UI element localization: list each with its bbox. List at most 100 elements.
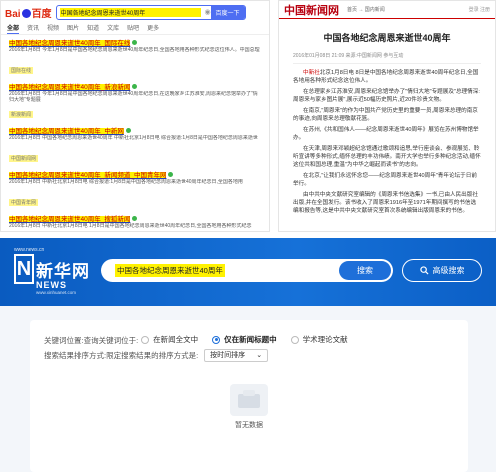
article-paragraph: 在苏州,《共和国伟人——纪念周恩来逝世40周年》展览在苏州博物馆举办。 bbox=[293, 126, 481, 142]
scope-label: 关键词位置:查询关键词位于: bbox=[44, 335, 139, 345]
article-body: 中新社北京1月8日电 8日是中国各地纪念周恩来逝世40周年纪念日,全国各地用各种… bbox=[279, 69, 495, 215]
baidu-search-box[interactable]: 中国各地纪念周恩来逝世40周年 ◉ 百度一下 bbox=[55, 4, 246, 20]
xinhua-header: www.news.cn N 新华网 NEWS www.xinhuanet.com… bbox=[0, 238, 496, 306]
baidu-search-input[interactable]: 中国各地纪念周恩来逝世40周年 bbox=[59, 7, 202, 17]
empty-box-icon bbox=[230, 384, 268, 416]
chinanews-article-window: 中国新闻网 首页 → 国内新闻 登录 注册 中国各地纪念周恩来逝世40周年 20… bbox=[278, 0, 496, 232]
article-title: 中国各地纪念周恩来逝世40周年 bbox=[323, 33, 451, 43]
scope-options: 在新闻全文中 仅在新闻标题中 学术理论文献 bbox=[141, 334, 362, 346]
chinanews-header: 中国新闻网 首页 → 国内新闻 登录 注册 bbox=[279, 1, 495, 19]
baidu-tab[interactable]: 文库 bbox=[107, 23, 119, 34]
search-icon bbox=[419, 266, 429, 275]
verified-icon bbox=[132, 40, 138, 45]
scope-radio-label: 学术理论文献 bbox=[302, 335, 348, 345]
article-meta: 2016年01月08日 21:09 来源:中国新闻网 参与互动 bbox=[293, 52, 481, 64]
result-title-text: 中国各地纪念周恩来逝世40周年_国际在线 bbox=[9, 40, 131, 47]
empty-state: 暂无数据 bbox=[30, 384, 468, 430]
radio-icon bbox=[290, 335, 299, 344]
advanced-search-button[interactable]: 高级搜索 bbox=[402, 259, 482, 282]
baidu-tab[interactable]: 全部 bbox=[7, 23, 20, 34]
xinhua-url-bottom: www.xinhuanet.com bbox=[36, 290, 77, 295]
result-title-text: 中国各地纪念周恩来逝世40周年_中新网 bbox=[9, 128, 124, 135]
scope-row: 关键词位置:查询关键词位于: 在新闻全文中 仅在新闻标题中 学术理论文献 bbox=[44, 333, 454, 347]
search-options-panel: 关键词位置:查询关键词位于: 在新闻全文中 仅在新闻标题中 学术理论文献 搜索结果排… bbox=[30, 320, 468, 472]
baidu-paw-icon bbox=[21, 8, 31, 18]
result-title-link[interactable]: 中国各地纪念周恩来逝世40周年_搜狐新闻 bbox=[9, 213, 261, 223]
baidu-tabs: 全部 资讯 视频 图片 知道 文库 贴吧 更多 bbox=[1, 23, 269, 35]
baidu-tab[interactable]: 资讯 bbox=[27, 23, 39, 34]
scope-radio-label: 仅在新闻标题中 bbox=[224, 335, 277, 345]
baidu-logo-text: Bai bbox=[5, 8, 21, 20]
sort-row: 搜索结果排序方式:限定搜索结果的排序方式是: 按时间排序 ⌄ bbox=[44, 348, 454, 362]
xinhua-search-input[interactable]: 中国各地纪念周恩来逝世40周年 bbox=[115, 264, 225, 277]
result-title-text: 中国各地纪念周恩来逝世40周年_新浪新闻 bbox=[9, 84, 131, 91]
paragraph-text: 北京1月8日电 8日是中国各地纪念周恩来逝世40周年纪念日,全国各地用各种形式纪… bbox=[293, 70, 479, 84]
result-abstract: 2016年1月8日 今年1月8日是中国各地纪念周恩来逝世40周年纪念日,全国各地… bbox=[9, 47, 260, 53]
article-paragraph: 在天津,周恩来邓颖超纪念馆通过歌颂和追思,举行座谈会、参观展览、聆听宣讲等多种形… bbox=[293, 145, 481, 169]
advanced-search-label: 高级搜索 bbox=[432, 266, 465, 275]
baidu-tab[interactable]: 贴吧 bbox=[127, 23, 139, 34]
baidu-result: 中国各地纪念周恩来逝世40周年_搜狐新闻 2016年1月8日 中新社北京1月8日电… bbox=[9, 213, 261, 231]
scope-radio[interactable]: 学术理论文献 bbox=[290, 334, 348, 345]
result-source[interactable]: 新浪新闻 bbox=[9, 111, 34, 118]
breadcrumb[interactable]: 首页 → 国内新闻 bbox=[347, 6, 385, 13]
chinanews-logo[interactable]: 中国新闻网 bbox=[284, 2, 339, 18]
paragraph-text: 由中共中央文献研究室编辑的《周恩来书信选集》一书,已由人民出版社出版,并在全国发… bbox=[293, 192, 478, 214]
xinhua-n-icon: N bbox=[14, 254, 34, 284]
scope-radio[interactable]: 在新闻全文中 bbox=[141, 334, 198, 345]
scope-radio[interactable]: 仅在新闻标题中 bbox=[212, 334, 277, 345]
result-title-link[interactable]: 中国各地纪念周恩来逝世40周年_新闻频道_中国青年网 bbox=[9, 169, 261, 179]
xinhua-logo-cn: 新华网 bbox=[36, 261, 90, 281]
xinhua-logo-sub: NEWS bbox=[36, 280, 67, 290]
result-abstract: 2016年1月8日 中新社北京1月8日电 1月8日是中国各地纪念周恩来逝世40周… bbox=[9, 223, 252, 229]
result-abstract: 2016年1月8日 今年1月8日是中国各地纪念周恩来逝世40周年纪念日,在这晚家… bbox=[9, 91, 258, 103]
baidu-results-window: Bai 百度 中国各地纪念周恩来逝世40周年 ◉ 百度一下 全部 资讯 视频 图片 知道文… bbox=[0, 0, 270, 232]
result-title-link[interactable]: 中国各地纪念周恩来逝世40周年_国际在线 bbox=[9, 37, 261, 47]
article-paragraph: 在南京,"周恩来"的作为中国共产党历史里的重要一员,周恩来总理的南京的事迹,向周… bbox=[293, 107, 481, 123]
xinhua-search-box[interactable]: 中国各地纪念周恩来逝世40周年 搜索 bbox=[101, 259, 393, 282]
baidu-header: Bai 百度 中国各地纪念周恩来逝世40周年 ◉ 百度一下 bbox=[1, 1, 269, 23]
baidu-result: 中国各地纪念周恩来逝世40周年_新闻频道_中国青年网 2016年1月8日 中新社北… bbox=[9, 169, 261, 209]
baidu-search-button[interactable]: 百度一下 bbox=[210, 5, 245, 19]
baidu-logo[interactable]: Bai 百度 bbox=[5, 5, 52, 20]
paragraph-lead[interactable]: 中新社 bbox=[303, 70, 320, 76]
verified-icon bbox=[132, 216, 138, 221]
baidu-tab[interactable]: 图片 bbox=[67, 23, 79, 34]
article-paragraph: 在北京,"让我们永远怀念您——纪念周恩来逝世40周年"青年论坛于日前举行。 bbox=[293, 172, 481, 188]
scope-radio-label: 在新闻全文中 bbox=[153, 335, 199, 345]
paragraph-text: 在南京,"周恩来"的作为中国共产党历史里的重要一员,周恩来总理的南京的事迹,向周… bbox=[293, 108, 478, 122]
sort-select[interactable]: 按时间排序 ⌄ bbox=[204, 348, 269, 362]
camera-icon[interactable]: ◉ bbox=[204, 8, 210, 16]
paragraph-text: 在天津,周恩来邓颖超纪念馆通过歌颂和追思,举行座谈会、参观展览、聆听宣讲等多种形… bbox=[293, 146, 481, 168]
result-abstract: 2016年1月8日 中国各地纪念周恩来逝世40周年 中新社北京1月8日电 综合报… bbox=[9, 135, 258, 141]
result-abstract: 2016年1月8日 中新社北京1月8日电 综合报道:1月8日是中国各地纪念周恩来… bbox=[9, 179, 243, 185]
result-title-link[interactable]: 中国各地纪念周恩来逝世40周年_新浪新闻 bbox=[9, 81, 261, 91]
baidu-tab[interactable]: 更多 bbox=[147, 23, 159, 34]
paragraph-text: 在北京,"让我们永远怀念您——纪念周恩来逝世40周年"青年论坛于日前举行。 bbox=[293, 173, 477, 187]
paragraph-text: 在总理家乡江苏淮安,周恩来纪念馆举办了"情归大地"专题展及"总理情深:周恩来与家… bbox=[293, 89, 480, 103]
xinhua-url-top: www.news.cn bbox=[14, 247, 45, 253]
screenshot-collage: Bai 百度 中国各地纪念周恩来逝世40周年 ◉ 百度一下 全部 资讯 视频 图片 知道文… bbox=[0, 0, 496, 472]
chevron-down-icon: ⌄ bbox=[256, 352, 263, 359]
verified-icon bbox=[168, 172, 174, 177]
result-source[interactable]: 中国新闻网 bbox=[9, 155, 39, 162]
baidu-logo-text-cn: 百度 bbox=[31, 8, 52, 20]
baidu-tab[interactable]: 视频 bbox=[47, 23, 59, 34]
xinhua-logo[interactable]: www.news.cn N 新华网 NEWS www.xinhuanet.com bbox=[14, 247, 90, 295]
baidu-result: 中国各地纪念周恩来逝世40周年_新浪新闻 2016年1月8日 今年1月8日是中国各… bbox=[9, 81, 261, 121]
radio-icon bbox=[212, 335, 221, 344]
sort-label: 搜索结果排序方式:限定搜索结果的排序方式是: bbox=[44, 350, 199, 360]
article-paragraph: 由中共中央文献研究室编辑的《周恩来书信选集》一书,已由人民出版社出版,并在全国发… bbox=[293, 191, 481, 215]
article-paragraph: 在总理家乡江苏淮安,周恩来纪念馆举办了"情归大地"专题展及"总理情深:周恩来与家… bbox=[293, 88, 481, 104]
baidu-result: 中国各地纪念周恩来逝世40周年_中新网 2016年1月8日 中国各地纪念周恩来逝世… bbox=[9, 125, 261, 165]
xinhua-search-button[interactable]: 搜索 bbox=[339, 261, 391, 280]
result-title-link[interactable]: 中国各地纪念周恩来逝世40周年_中新网 bbox=[9, 125, 261, 135]
account-links[interactable]: 登录 注册 bbox=[469, 6, 490, 13]
baidu-result-list: 中国各地纪念周恩来逝世40周年_国际在线 2016年1月8日 今年1月8日是中国各… bbox=[1, 35, 269, 231]
baidu-result: 中国各地纪念周恩来逝世40周年_国际在线 2016年1月8日 今年1月8日是中国各… bbox=[9, 37, 261, 77]
xinhua-search-page: www.news.cn N 新华网 NEWS www.xinhuanet.com… bbox=[0, 238, 496, 472]
baidu-tab[interactable]: 知道 bbox=[87, 23, 99, 34]
result-source[interactable]: 中国青年网 bbox=[9, 199, 39, 206]
article-paragraph: 中新社北京1月8日电 8日是中国各地纪念周恩来逝世40周年纪念日,全国各地用各种… bbox=[293, 69, 481, 85]
result-source[interactable]: 国际在线 bbox=[9, 67, 34, 74]
